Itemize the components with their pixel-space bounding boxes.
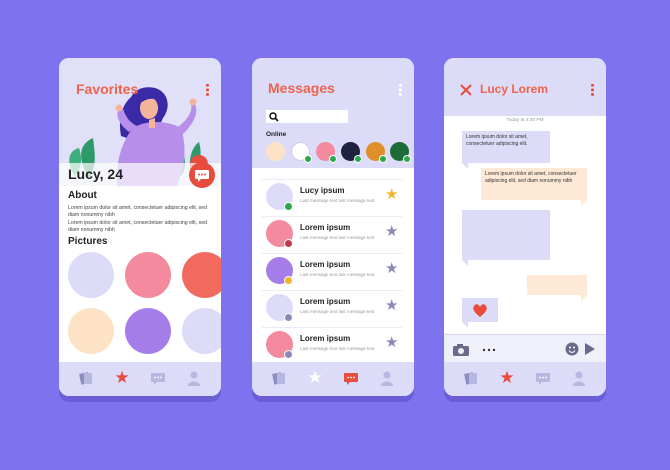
status-dot bbox=[284, 350, 293, 359]
profile-icon[interactable] bbox=[571, 370, 587, 386]
picture-2[interactable] bbox=[125, 252, 171, 298]
online-user-1[interactable] bbox=[266, 142, 285, 161]
conversation-row[interactable]: Lorem ipsum Last message text last messag… bbox=[252, 216, 414, 253]
profile-icon[interactable] bbox=[379, 370, 395, 386]
messages-screen: Messages Online Lucy ipsum Last message t… bbox=[252, 58, 414, 396]
chat-title: Lucy Lorem bbox=[480, 82, 549, 96]
online-user-2[interactable] bbox=[291, 142, 312, 163]
send-icon[interactable] bbox=[585, 343, 595, 355]
favorites-star-icon[interactable]: ★ bbox=[307, 369, 323, 386]
received-message-2 bbox=[462, 210, 550, 260]
about-heading: About bbox=[68, 190, 97, 201]
pictures-heading: Pictures bbox=[68, 236, 108, 247]
online-user-5[interactable] bbox=[366, 142, 387, 163]
messages-icon[interactable] bbox=[535, 370, 551, 386]
about-text-2: Lorem ipsum dolor sit amet, consectetuer… bbox=[68, 220, 207, 233]
page-title: Favorites bbox=[76, 81, 139, 97]
bubble-tail bbox=[462, 322, 468, 328]
favorite-star-icon[interactable]: ★ bbox=[385, 187, 398, 202]
avatar bbox=[266, 183, 293, 211]
profile-icon[interactable] bbox=[186, 370, 202, 386]
tab-bar: ★ bbox=[444, 362, 606, 396]
conversation-name: Lorem ipsum bbox=[300, 260, 351, 269]
row-divider bbox=[262, 253, 402, 254]
photos-icon[interactable] bbox=[78, 370, 94, 386]
profile-name: Lucy, 24 bbox=[68, 166, 123, 182]
sent-message-2 bbox=[527, 275, 587, 295]
more-options-icon[interactable] bbox=[206, 83, 209, 96]
search-input[interactable] bbox=[266, 110, 348, 123]
sent-message-1: Lorem ipsum dolor sit amet, consectetuer… bbox=[481, 168, 587, 200]
received-message-3 bbox=[462, 298, 498, 322]
picture-1[interactable] bbox=[68, 252, 114, 298]
emoji-icon[interactable] bbox=[565, 342, 579, 356]
more-options-icon[interactable] bbox=[399, 83, 402, 96]
conversation-row[interactable]: Lorem ipsum Last message text last messag… bbox=[252, 327, 414, 364]
favorite-star-icon[interactable]: ★ bbox=[385, 224, 398, 239]
picture-6[interactable] bbox=[182, 308, 221, 354]
conversation-name: Lorem ipsum bbox=[300, 223, 351, 232]
ellipsis-icon[interactable] bbox=[482, 348, 496, 352]
close-icon[interactable] bbox=[460, 84, 472, 96]
chat-screen: Lucy Lorem Today at 4:30 PM Lorem ipsum … bbox=[444, 58, 606, 396]
photos-icon[interactable] bbox=[271, 370, 287, 386]
bubble-tail bbox=[462, 163, 468, 169]
received-message-1: Lorem ipsum dolor sit amet, consectetuer… bbox=[462, 131, 550, 163]
online-label: Online bbox=[266, 131, 287, 138]
bubble-tail bbox=[462, 260, 468, 266]
favorites-star-icon[interactable]: ★ bbox=[499, 369, 515, 386]
favorite-star-icon[interactable]: ★ bbox=[385, 298, 398, 313]
page-title: Messages bbox=[268, 80, 335, 96]
row-divider bbox=[262, 327, 402, 328]
bubble-tail bbox=[581, 295, 587, 301]
online-user-6[interactable] bbox=[390, 142, 411, 163]
row-divider bbox=[262, 216, 402, 217]
favorite-star-icon[interactable]: ★ bbox=[385, 335, 398, 350]
favorite-star-icon[interactable]: ★ bbox=[385, 261, 398, 276]
avatar bbox=[266, 220, 293, 248]
camera-icon[interactable] bbox=[453, 343, 469, 356]
picture-5[interactable] bbox=[125, 308, 171, 354]
tab-bar: ★ bbox=[252, 362, 414, 396]
conversation-preview: Last message text last message text bbox=[300, 309, 375, 314]
message-input-bar[interactable] bbox=[444, 334, 606, 363]
messages-icon[interactable] bbox=[150, 370, 166, 386]
status-dot bbox=[284, 313, 293, 322]
avatar bbox=[266, 257, 293, 285]
online-user-4[interactable] bbox=[341, 142, 362, 163]
picture-3[interactable] bbox=[182, 252, 221, 298]
favorites-screen: Favorites Lucy, 24 About Lorem ipsum dol… bbox=[59, 58, 221, 396]
tab-bar: ★ bbox=[59, 362, 221, 396]
status-dot bbox=[284, 202, 293, 211]
conversation-row[interactable]: Lorem ipsum Last message text last messag… bbox=[252, 290, 414, 327]
conversation-preview: Last message text last message text bbox=[300, 272, 375, 277]
more-options-icon[interactable] bbox=[591, 83, 594, 96]
heart-icon bbox=[473, 304, 487, 317]
bubble-tail bbox=[581, 200, 587, 206]
conversation-name: Lorem ipsum bbox=[300, 297, 351, 306]
conversation-name: Lucy ipsum bbox=[300, 186, 345, 195]
about-text-1: Lorem ipsum dolor sit amet, consectetuer… bbox=[68, 205, 207, 218]
conversation-preview: Last message text last message text bbox=[300, 235, 375, 240]
conversation-preview: Last message text last message text bbox=[300, 198, 375, 203]
online-user-3[interactable] bbox=[316, 142, 337, 163]
avatar bbox=[266, 331, 293, 359]
conversation-preview: Last message text last message text bbox=[300, 346, 375, 351]
picture-4[interactable] bbox=[68, 308, 114, 354]
row-divider bbox=[262, 179, 402, 180]
status-dot bbox=[284, 239, 293, 248]
message-button[interactable] bbox=[189, 162, 215, 188]
chat-date: Today at 4:30 PM bbox=[506, 118, 544, 123]
conversation-name: Lorem ipsum bbox=[300, 334, 351, 343]
avatar bbox=[266, 294, 293, 322]
row-divider bbox=[262, 290, 402, 291]
conversation-row[interactable]: Lorem ipsum Last message text last messag… bbox=[252, 253, 414, 290]
conversation-row[interactable]: Lucy ipsum Last message text last message… bbox=[252, 179, 414, 216]
search-icon bbox=[269, 112, 279, 122]
favorites-star-icon[interactable]: ★ bbox=[114, 369, 130, 386]
chat-bubble-icon bbox=[195, 170, 209, 182]
status-dot bbox=[284, 276, 293, 285]
photos-icon[interactable] bbox=[463, 370, 479, 386]
messages-icon[interactable] bbox=[343, 370, 359, 386]
